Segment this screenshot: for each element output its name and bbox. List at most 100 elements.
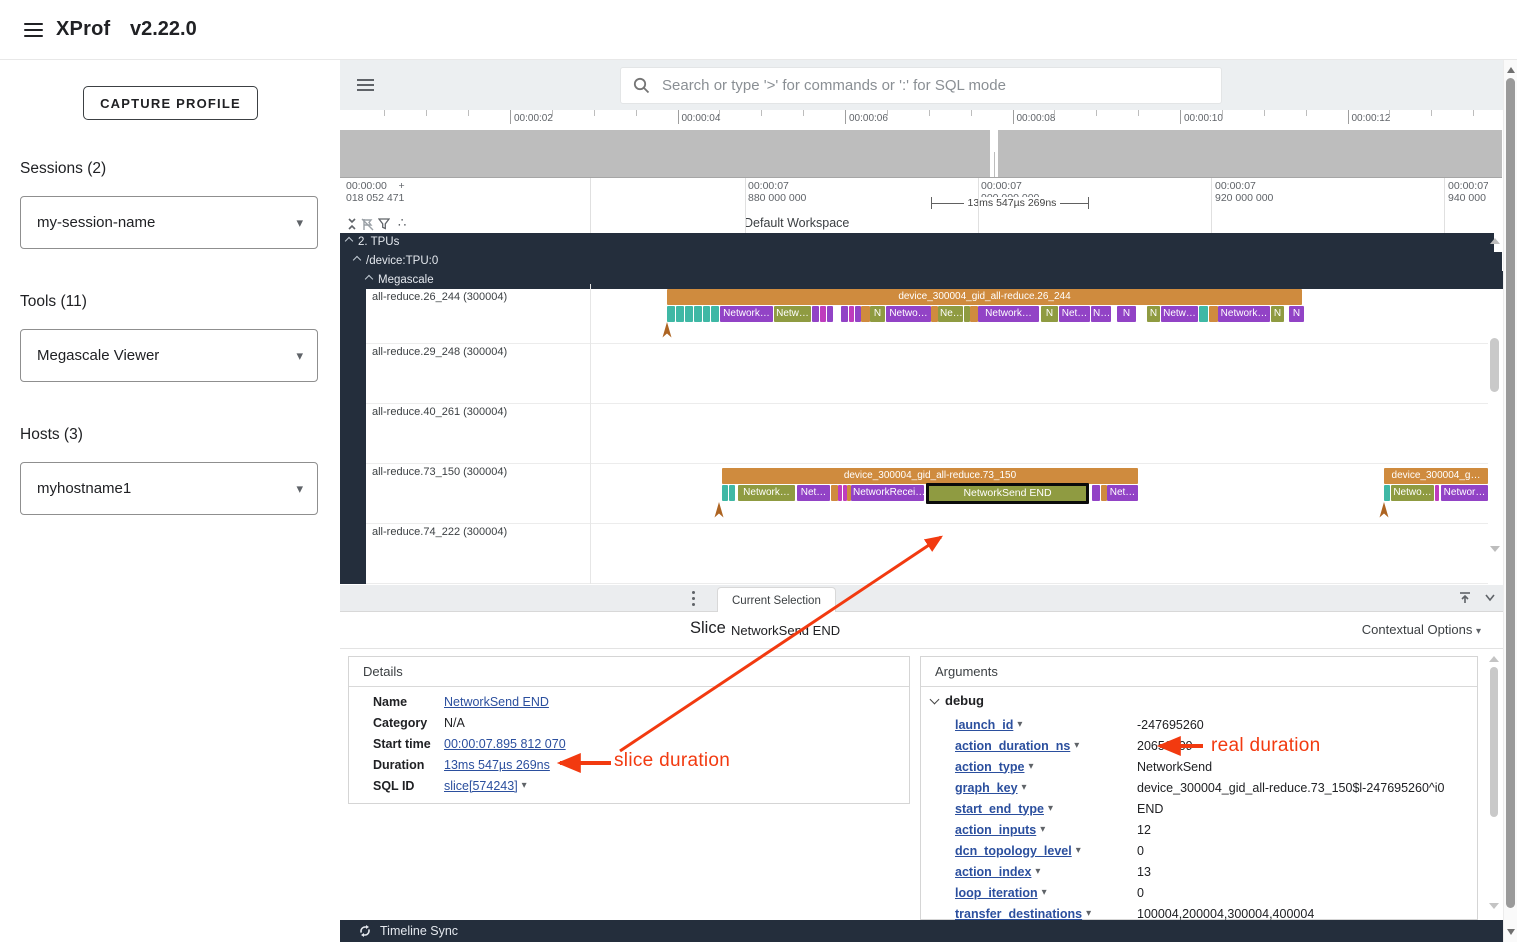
chevron-down-icon[interactable]: ▾ [522,780,527,791]
chevron-down-icon[interactable]: ▾ [1042,887,1047,898]
timeline-slice[interactable] [838,485,842,501]
debug-group-header[interactable]: debug [931,693,984,708]
timeline-slice[interactable]: Net… [1107,485,1138,501]
timeline-slice[interactable]: Netw… [1161,306,1198,322]
chevron-down-icon[interactable]: ▾ [1076,845,1081,856]
session-select[interactable]: my-session-name ▾ [20,196,318,249]
timeline-slice[interactable] [831,485,838,501]
timeline-slice[interactable]: Network… [720,306,773,322]
drag-handle-icon[interactable] [692,591,695,609]
timeline-slice[interactable] [676,306,684,322]
chevron-down-icon[interactable]: ▾ [1028,761,1033,772]
argument-key-link[interactable]: action_type [955,760,1024,774]
timeline-slice[interactable]: Net… [797,485,830,501]
capture-profile-button[interactable]: CAPTURE PROFILE [83,86,258,120]
timeline-scrollbar[interactable] [1489,236,1500,566]
chevron-down-icon[interactable]: ▾ [1040,824,1045,835]
flow-marker-icon[interactable] [1379,502,1389,519]
timeline-slice[interactable]: Network… [1218,306,1270,322]
argument-key-link[interactable]: transfer_destinations [955,907,1082,921]
timeline-slice[interactable] [703,306,710,322]
chevron-down-icon[interactable]: ▾ [1022,782,1027,793]
scrollbar-thumb[interactable] [1506,78,1515,908]
menu-icon[interactable] [24,23,43,37]
argument-key-link[interactable]: start_end_type [955,802,1044,816]
timeline-slice[interactable]: Netwo… [886,306,931,322]
timeline-slice[interactable] [849,306,854,322]
timeline-slice[interactable] [694,306,702,322]
omnibox[interactable] [620,67,1222,104]
scroll-up-icon[interactable] [1490,238,1500,244]
timeline-slice[interactable]: N [1271,306,1284,322]
scroll-down-icon[interactable] [1507,929,1515,935]
timeline-slice[interactable]: Net… [1059,306,1090,322]
scroll-up-icon[interactable] [1507,67,1515,73]
argument-key-link[interactable]: graph_key [955,781,1018,795]
timeline-slice[interactable]: Ne… [938,306,963,322]
host-select[interactable]: myhostname1 ▾ [20,462,318,515]
timeline-slice[interactable] [1092,485,1100,501]
timeline-slice[interactable]: N [870,306,885,322]
track-group-header[interactable]: Megascale [340,271,1514,289]
timeline-slice[interactable] [841,306,848,322]
timeline-slice[interactable]: N [1289,306,1304,322]
scroll-down-icon[interactable] [1489,903,1499,909]
timeline-slice[interactable] [970,306,978,322]
unfold-less-icon[interactable] [346,218,358,230]
timeline-slice[interactable] [729,485,735,501]
scrollbar-thumb[interactable] [1490,667,1498,817]
chevron-down-icon[interactable]: ▾ [1048,803,1053,814]
selected-slice[interactable]: NetworkSend END [926,483,1089,504]
timeline-slice[interactable]: Networ… [1441,485,1488,501]
chevron-down-icon[interactable]: ▾ [1074,740,1079,751]
argument-key-link[interactable]: dcn_topology_level [955,844,1072,858]
timeline-slice[interactable] [861,306,870,322]
chevron-down-icon[interactable]: ▾ [1017,719,1022,730]
flow-marker-icon[interactable] [662,322,672,339]
timeline-slice[interactable] [722,485,728,501]
timeline-slice[interactable] [1209,306,1218,322]
argument-key-link[interactable]: launch_id [955,718,1013,732]
detail-value-link[interactable]: 13ms 547µs 269ns [444,758,550,772]
track-group-header[interactable]: 2. TPUs [340,233,1494,252]
argument-key-link[interactable]: action_index [955,865,1031,879]
detail-value-link[interactable]: slice[574243] [444,779,518,793]
tab-current-selection[interactable]: Current Selection [717,587,836,613]
timeline-slice[interactable] [820,306,826,322]
tool-select[interactable]: Megascale Viewer ▾ [20,329,318,382]
timeline-slice[interactable] [812,306,819,322]
collapse-panel-icon[interactable] [1484,593,1496,603]
flag-disabled-icon[interactable] [361,218,374,231]
timeline-slice[interactable] [685,306,693,322]
expand-panel-up-icon[interactable] [1458,591,1472,605]
timeline-slice-parent[interactable]: device_300004_gid_all-reduce.73_150 [722,468,1138,484]
timeline-slice[interactable]: NetworkRecei… [851,485,924,501]
track-group-header[interactable]: /device:TPU:0 [340,252,1502,271]
panel-scrollbar[interactable] [1488,653,1500,918]
timeline-slice[interactable]: N [1041,306,1058,322]
filter-icon[interactable] [378,218,390,230]
detail-value-link[interactable]: NetworkSend END [444,695,549,709]
timeline-slice[interactable] [711,306,719,322]
trace-menu-icon[interactable] [357,79,374,91]
flow-marker-icon[interactable] [714,502,724,519]
timeline-slice[interactable] [827,306,833,322]
chevron-down-icon[interactable]: ▾ [1086,908,1091,919]
viewport-window[interactable] [990,130,998,177]
workspace-name[interactable]: Default Workspace [744,216,849,230]
page-scrollbar[interactable] [1503,60,1517,942]
timeline-slice[interactable] [1199,306,1208,322]
timeline-slice-parent[interactable]: device_300004_gid_all-reduce.26_244 [667,289,1302,305]
scroll-down-icon[interactable] [1490,546,1500,552]
timeline-slice[interactable] [1435,485,1439,501]
timeline-slice[interactable]: Network… [978,306,1039,322]
chevron-down-icon[interactable]: ▾ [1035,866,1040,877]
contextual-options-button[interactable]: Contextual Options ▾ [1362,622,1481,637]
search-input[interactable] [660,76,1221,95]
timeline-slice[interactable]: Netw… [774,306,811,322]
timeline-slice[interactable] [1384,485,1390,501]
timeline-slice[interactable]: N… [1091,306,1111,322]
trace-overview-minimap[interactable] [340,130,1502,178]
timeline-sync-footer[interactable]: Timeline Sync [340,920,1503,942]
timeline-slice[interactable] [931,306,938,322]
